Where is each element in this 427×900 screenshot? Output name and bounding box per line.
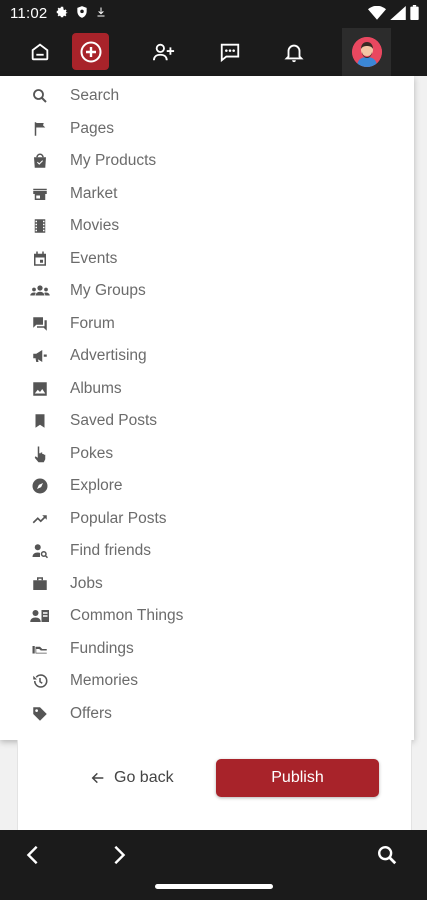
publish-button[interactable]: Publish (216, 759, 379, 797)
menu-item-label: Search (70, 87, 120, 104)
battery-icon (410, 5, 419, 20)
friend-requests-button[interactable] (146, 28, 182, 76)
top-navigation-bar (0, 28, 427, 76)
bell-icon (284, 44, 304, 63)
messages-button[interactable] (212, 28, 248, 76)
store-icon (30, 184, 50, 204)
menu-item-search[interactable]: Search (0, 80, 414, 112)
briefcase-icon (30, 574, 50, 594)
menu-item-label: Explore (70, 477, 123, 494)
menu-item-advertising[interactable]: Advertising (0, 340, 414, 372)
megaphone-icon (30, 346, 50, 366)
go-back-label: Go back (114, 769, 174, 786)
add-user-icon (153, 43, 175, 61)
forum-icon (30, 314, 50, 334)
home-icon (31, 43, 49, 61)
download-icon (97, 7, 105, 17)
menu-item-label: Jobs (70, 574, 103, 592)
menu-item-fundings[interactable]: Fundings (0, 633, 414, 665)
bookmark-icon (30, 411, 50, 431)
contact-card-icon (30, 606, 50, 626)
menu-item-label: My Groups (70, 282, 146, 299)
menu-item-label: My Products (70, 152, 157, 169)
menu-item-popular-posts[interactable]: Popular Posts (0, 503, 414, 535)
menu-item-label: Popular Posts (70, 509, 167, 527)
avatar (351, 37, 382, 67)
status-bar: 11:02 (0, 0, 427, 28)
menu-item-label: Saved Posts (70, 412, 158, 429)
funding-icon (30, 639, 50, 659)
menu-item-label: Memories (70, 672, 139, 689)
menu-item-common-things[interactable]: Common Things (0, 600, 414, 632)
menu-item-memories[interactable]: Memories (0, 665, 414, 697)
menu-item-label: Fundings (70, 639, 134, 657)
calendar-icon (30, 249, 50, 269)
image-icon (30, 379, 50, 399)
menu-item-label: Market (70, 184, 118, 202)
home-button[interactable] (22, 28, 58, 76)
menu-item-label: Events (70, 249, 118, 267)
menu-item-pokes[interactable]: Pokes (0, 438, 414, 470)
menu-item-label: Forum (70, 314, 115, 332)
wifi-icon (368, 5, 386, 20)
search-icon (30, 86, 50, 106)
film-icon (30, 216, 50, 236)
menu-item-my-groups[interactable]: My Groups (0, 275, 414, 307)
menu-item-label: Advertising (70, 347, 147, 364)
go-back-button[interactable]: Go back (90, 765, 174, 791)
menu-item-label: Common Things (70, 607, 184, 624)
shield-icon (77, 6, 87, 18)
chevron-right-icon (114, 845, 126, 865)
menu-item-find-friends[interactable]: Find friends (0, 535, 414, 567)
menu-item-saved-posts[interactable]: Saved Posts (0, 405, 414, 437)
menu-item-jobs[interactable]: Jobs (0, 568, 414, 600)
browser-bottom-bar (0, 830, 427, 900)
hand-pointer-icon (30, 444, 50, 464)
menu-item-label: Offers (70, 704, 112, 722)
tag-icon (30, 704, 50, 724)
menu-item-label: Pages (70, 119, 114, 137)
menu-item-movies[interactable]: Movies (0, 210, 414, 242)
trending-icon (30, 509, 50, 529)
person-search-icon (30, 541, 50, 561)
back-button[interactable] (16, 838, 50, 872)
shopping-bag-icon (30, 151, 50, 171)
settings-icon (56, 6, 68, 18)
signal-icon (390, 5, 406, 20)
search-button[interactable] (370, 838, 404, 872)
menu-item-label: Albums (70, 379, 122, 397)
compass-icon (30, 476, 50, 496)
arrow-left-icon (91, 772, 104, 784)
menu-item-market[interactable]: Market (0, 178, 414, 210)
add-circle-icon (80, 41, 101, 62)
menu-item-events[interactable]: Events (0, 243, 414, 275)
menu-item-forum[interactable]: Forum (0, 308, 414, 340)
publish-label: Publish (271, 769, 324, 786)
notifications-button[interactable] (276, 28, 312, 76)
menu-item-pages[interactable]: Pages (0, 113, 414, 145)
home-indicator[interactable] (155, 884, 273, 889)
menu-item-my-products[interactable]: My Products (0, 145, 414, 177)
menu-item-label: Movies (70, 217, 120, 234)
search-icon (378, 846, 397, 865)
flag-icon (30, 119, 50, 139)
history-icon (30, 671, 50, 691)
profile-menu-button[interactable] (342, 28, 391, 76)
menu-item-label: Find friends (70, 542, 151, 559)
status-time: 11:02 (10, 5, 48, 22)
groups-icon (30, 281, 50, 301)
main-menu-dropdown: Search Pages My Products Market Movies E… (0, 76, 414, 740)
chevron-left-icon (26, 845, 38, 865)
forward-button[interactable] (102, 838, 136, 872)
menu-item-label: Pokes (70, 444, 114, 462)
create-post-button[interactable] (72, 33, 109, 70)
menu-item-albums[interactable]: Albums (0, 373, 414, 405)
menu-item-explore[interactable]: Explore (0, 470, 414, 502)
menu-item-offers[interactable]: Offers (0, 698, 414, 730)
chat-icon (220, 43, 240, 63)
